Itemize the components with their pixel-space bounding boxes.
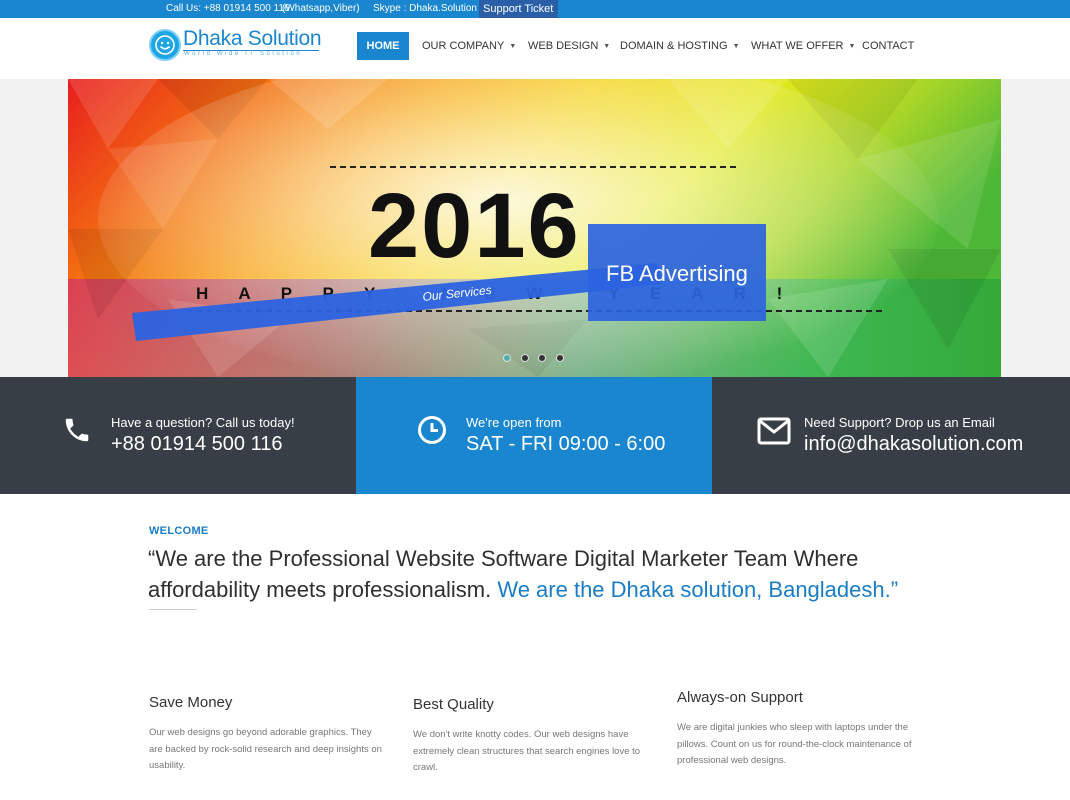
welcome-label: WELCOME (149, 525, 209, 537)
chevron-down-icon: ▼ (848, 43, 856, 50)
hero-banner-image: 2016 H A P P Y N E W Y E A R ! Our Servi… (68, 79, 1001, 377)
nav-what-we-offer-label: WHAT WE OFFER (751, 40, 844, 52)
call-label: Have a question? Call us today! (111, 415, 295, 430)
site-header: Dhaka Solution World Wide IT Solution HO… (0, 18, 1070, 79)
clock-icon (418, 416, 446, 444)
call-panel: Have a question? Call us today! +88 0191… (0, 377, 356, 494)
nav-web-design-label: WEB DESIGN (528, 40, 599, 52)
hours-panel: We're open from SAT - FRI 09:00 - 6:00 (356, 377, 712, 494)
slider-dot-2[interactable] (521, 354, 529, 362)
nav-home[interactable]: HOME (357, 32, 409, 60)
call-note-text: (Whatsapp,Viber) (282, 3, 360, 14)
feature-title-best-quality: Best Quality (413, 696, 494, 713)
nav-our-company[interactable]: OUR COMPANY ▼ (422, 32, 516, 60)
email-panel: Need Support? Drop us an Email info@dhak… (712, 377, 1070, 494)
smiley-logo-icon[interactable] (149, 29, 181, 61)
slider-dots (503, 354, 573, 364)
feature-title-always-on-support: Always-on Support (677, 689, 803, 706)
slider-dot-1[interactable] (503, 354, 511, 362)
logo-tagline: World Wide IT Solution (184, 51, 303, 57)
phone-icon (65, 418, 89, 442)
chevron-down-icon: ▼ (603, 43, 611, 50)
feature-text-always-on-support: We are digital junkies who sleep with la… (677, 722, 912, 766)
email-value[interactable]: info@dhakasolution.com (804, 433, 1023, 456)
top-bar: Call Us: +88 01914 500 116 (Whatsapp,Vib… (0, 0, 1070, 18)
email-label: Need Support? Drop us an Email (804, 415, 995, 430)
chevron-down-icon: ▼ (509, 43, 517, 50)
feature-text-save-money: Our web designs go beyond adorable graph… (149, 727, 382, 771)
envelope-icon (757, 417, 791, 445)
support-ticket-link[interactable]: Support Ticket (479, 0, 559, 18)
hours-label: We're open from (466, 415, 562, 430)
welcome-quote: “We are the Professional Website Softwar… (148, 543, 948, 605)
nav-web-design[interactable]: WEB DESIGN ▼ (528, 32, 610, 60)
nav-domain-hosting-label: DOMAIN & HOSTING (620, 40, 728, 52)
nav-our-company-label: OUR COMPANY (422, 40, 505, 52)
nav-home-label: HOME (366, 40, 400, 52)
welcome-divider (149, 609, 197, 610)
hero-slider[interactable]: 2016 H A P P Y N E W Y E A R ! Our Servi… (68, 79, 1001, 377)
feature-text-best-quality: We don't write knotty codes. Our web des… (413, 729, 641, 773)
call-value[interactable]: +88 01914 500 116 (111, 433, 282, 456)
nav-what-we-offer[interactable]: WHAT WE OFFER ▼ (751, 32, 855, 60)
slider-dot-3[interactable] (538, 354, 546, 362)
badge-text: FB Advertising (606, 261, 748, 286)
quote-highlight-text: We are the Dhaka solution, Bangladesh.” (497, 577, 899, 602)
nav-contact[interactable]: CONTACT (862, 32, 914, 60)
skype-text: Skype : Dhaka.Solution (373, 3, 477, 14)
nav-domain-hosting[interactable]: DOMAIN & HOSTING ▼ (620, 32, 740, 60)
chevron-down-icon: ▼ (732, 43, 740, 50)
feature-title-save-money: Save Money (149, 694, 233, 711)
call-us-text: Call Us: +88 01914 500 116 (166, 3, 290, 14)
hero-year: 2016 (368, 175, 581, 277)
slider-dot-4[interactable] (556, 354, 564, 362)
nav-contact-label: CONTACT (862, 40, 915, 52)
logo-name[interactable]: Dhaka Solution (183, 27, 322, 51)
hours-value: SAT - FRI 09:00 - 6:00 (466, 433, 666, 455)
